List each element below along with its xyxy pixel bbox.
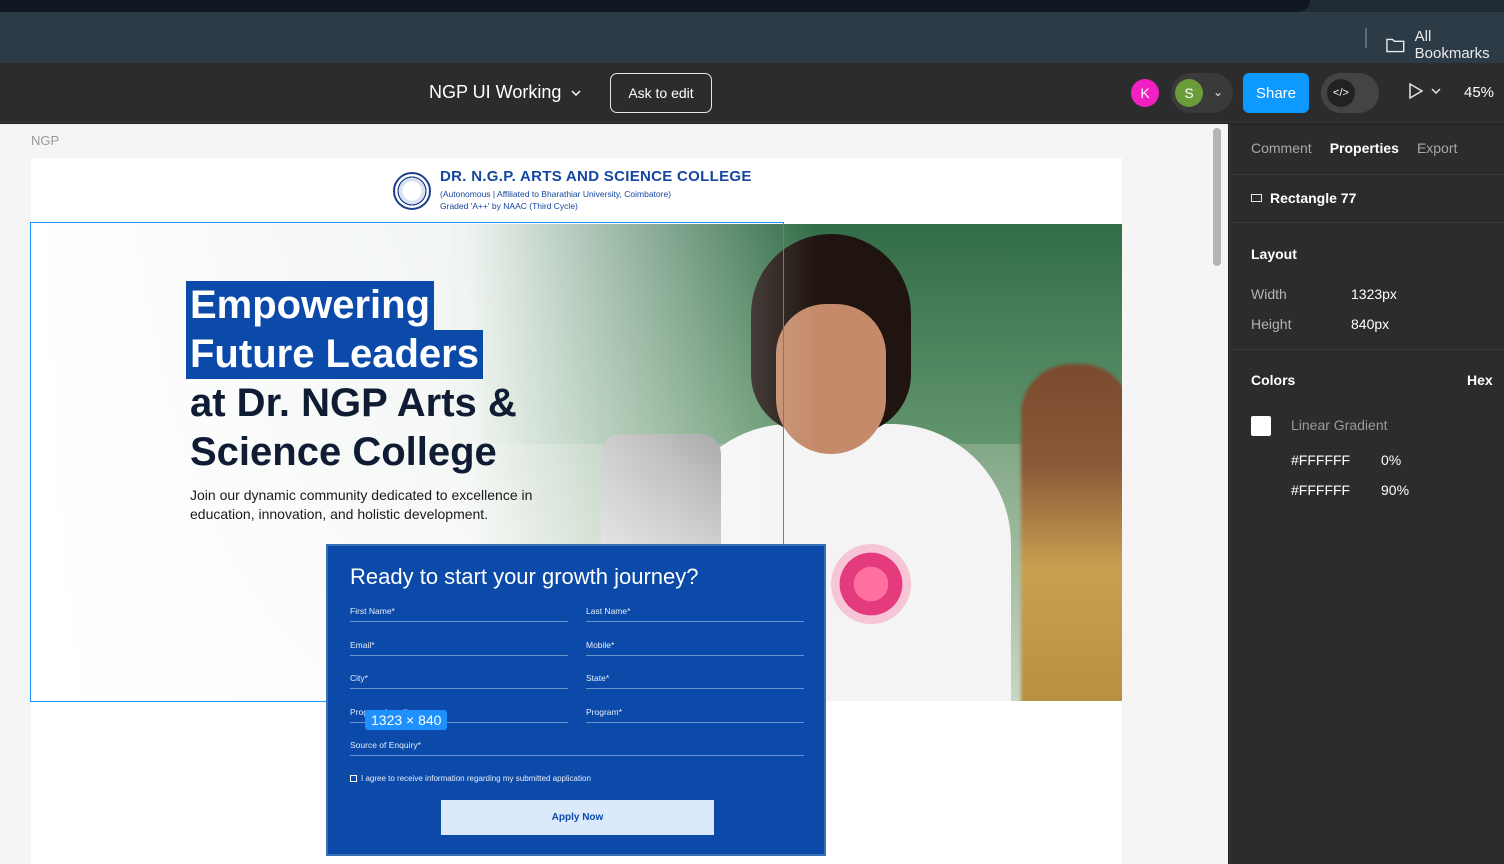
headline-line-3: at Dr. NGP Arts &: [190, 381, 517, 425]
play-icon: [1409, 83, 1423, 99]
first-name-field[interactable]: First Name*: [350, 606, 568, 622]
browser-tab-strip: [0, 0, 1504, 12]
gradient-stop-1-color[interactable]: #FFFFFF: [1291, 452, 1350, 468]
selection-size-badge: 1323 × 840: [365, 710, 448, 730]
active-browser-tab[interactable]: [0, 0, 1310, 12]
avatar-s[interactable]: S: [1175, 79, 1203, 107]
share-button[interactable]: Share: [1243, 73, 1309, 113]
gradient-stop-2-color[interactable]: #FFFFFF: [1291, 482, 1350, 498]
apply-now-button[interactable]: Apply Now: [441, 800, 714, 835]
chevron-down-icon: [1431, 88, 1441, 94]
program-field[interactable]: Program*: [586, 707, 804, 723]
colors-section-title: Colors: [1251, 372, 1296, 388]
zoom-level[interactable]: 45%: [1464, 84, 1494, 101]
chevron-down-icon: [571, 89, 581, 96]
headline-line-4: Science College: [190, 430, 497, 474]
gradient-stop-2-position[interactable]: 90%: [1381, 482, 1409, 498]
fill-type-label: Linear Gradient: [1291, 417, 1388, 433]
avatar-menu[interactable]: S ⌄: [1171, 73, 1233, 113]
figma-toolbar: NGP UI Working Ask to edit K S ⌄ Share <…: [0, 63, 1504, 123]
hero-headline: Empowering Future Leaders at Dr. NGP Art…: [186, 281, 517, 477]
mobile-field[interactable]: Mobile*: [586, 640, 804, 656]
folder-icon: [1386, 38, 1405, 53]
ask-to-edit-button[interactable]: Ask to edit: [610, 73, 712, 113]
dev-mode-toggle[interactable]: </>: [1321, 73, 1379, 113]
all-bookmarks-label: All Bookmarks: [1414, 28, 1490, 62]
headline-highlight-1: Empowering: [186, 281, 435, 330]
bookmarks-separator: [1365, 28, 1367, 48]
selected-layer: Rectangle 77: [1251, 190, 1356, 206]
avatar-k[interactable]: K: [1131, 79, 1159, 107]
code-icon: </>: [1327, 79, 1355, 107]
design-canvas[interactable]: NGP DR. N.G.P. ARTS AND SCIENCE COLLEGE …: [0, 124, 1228, 864]
site-header: DR. N.G.P. ARTS AND SCIENCE COLLEGE (Aut…: [31, 158, 1122, 223]
file-title: NGP UI Working: [429, 82, 562, 102]
height-value[interactable]: 840px: [1351, 316, 1389, 332]
properties-panel: Comment Properties Export Rectangle 77 L…: [1229, 124, 1504, 864]
width-label: Width: [1251, 286, 1287, 302]
layer-name: Rectangle 77: [1270, 190, 1357, 206]
form-title: Ready to start your growth journey?: [350, 564, 699, 589]
fill-swatch[interactable]: [1251, 416, 1271, 436]
email-field[interactable]: Email*: [350, 640, 568, 656]
canvas-scrollbar[interactable]: [1213, 128, 1221, 266]
hero-subheading: Join our dynamic community dedicated to …: [190, 487, 533, 522]
college-logo: [393, 172, 431, 210]
bookmarks-bar: All Bookmarks: [0, 12, 1504, 63]
tab-properties[interactable]: Properties: [1330, 140, 1399, 156]
width-value[interactable]: 1323px: [1351, 286, 1397, 302]
agree-label: I agree to receive information regarding…: [361, 774, 591, 783]
all-bookmarks-button[interactable]: All Bookmarks: [1386, 28, 1504, 62]
agree-checkbox[interactable]: [350, 775, 357, 782]
college-grade: Graded 'A++' by NAAC (Third Cycle): [440, 201, 578, 211]
college-name: DR. N.G.P. ARTS AND SCIENCE COLLEGE: [440, 168, 752, 185]
headline-highlight-2: Future Leaders: [186, 330, 483, 379]
state-field[interactable]: State*: [586, 673, 804, 689]
agree-checkbox-row[interactable]: I agree to receive information regarding…: [350, 774, 591, 783]
file-title-menu[interactable]: NGP UI Working: [429, 82, 581, 103]
last-name-field[interactable]: Last Name*: [586, 606, 804, 622]
rectangle-icon: [1251, 194, 1262, 202]
frame-label[interactable]: NGP: [31, 133, 59, 148]
panel-divider: [1230, 174, 1504, 175]
enquiry-form[interactable]: Ready to start your growth journey? Firs…: [326, 544, 826, 856]
height-label: Height: [1251, 316, 1292, 332]
layout-section-title: Layout: [1251, 246, 1297, 262]
panel-tabs: Comment Properties Export: [1251, 140, 1457, 156]
panel-divider: [1230, 222, 1504, 223]
tab-comment[interactable]: Comment: [1251, 140, 1312, 156]
color-format-select[interactable]: Hex: [1467, 372, 1493, 388]
gradient-stop-1-position[interactable]: 0%: [1381, 452, 1401, 468]
source-of-enquiry-field[interactable]: Source of Enquiry*: [350, 740, 804, 756]
tab-export[interactable]: Export: [1417, 140, 1457, 156]
city-field[interactable]: City*: [350, 673, 568, 689]
panel-divider: [1230, 349, 1504, 350]
college-affiliation: (Autonomous | Affiliated to Bharathiar U…: [440, 189, 672, 199]
present-button[interactable]: [1409, 83, 1441, 99]
chevron-down-icon: ⌄: [1213, 85, 1224, 99]
